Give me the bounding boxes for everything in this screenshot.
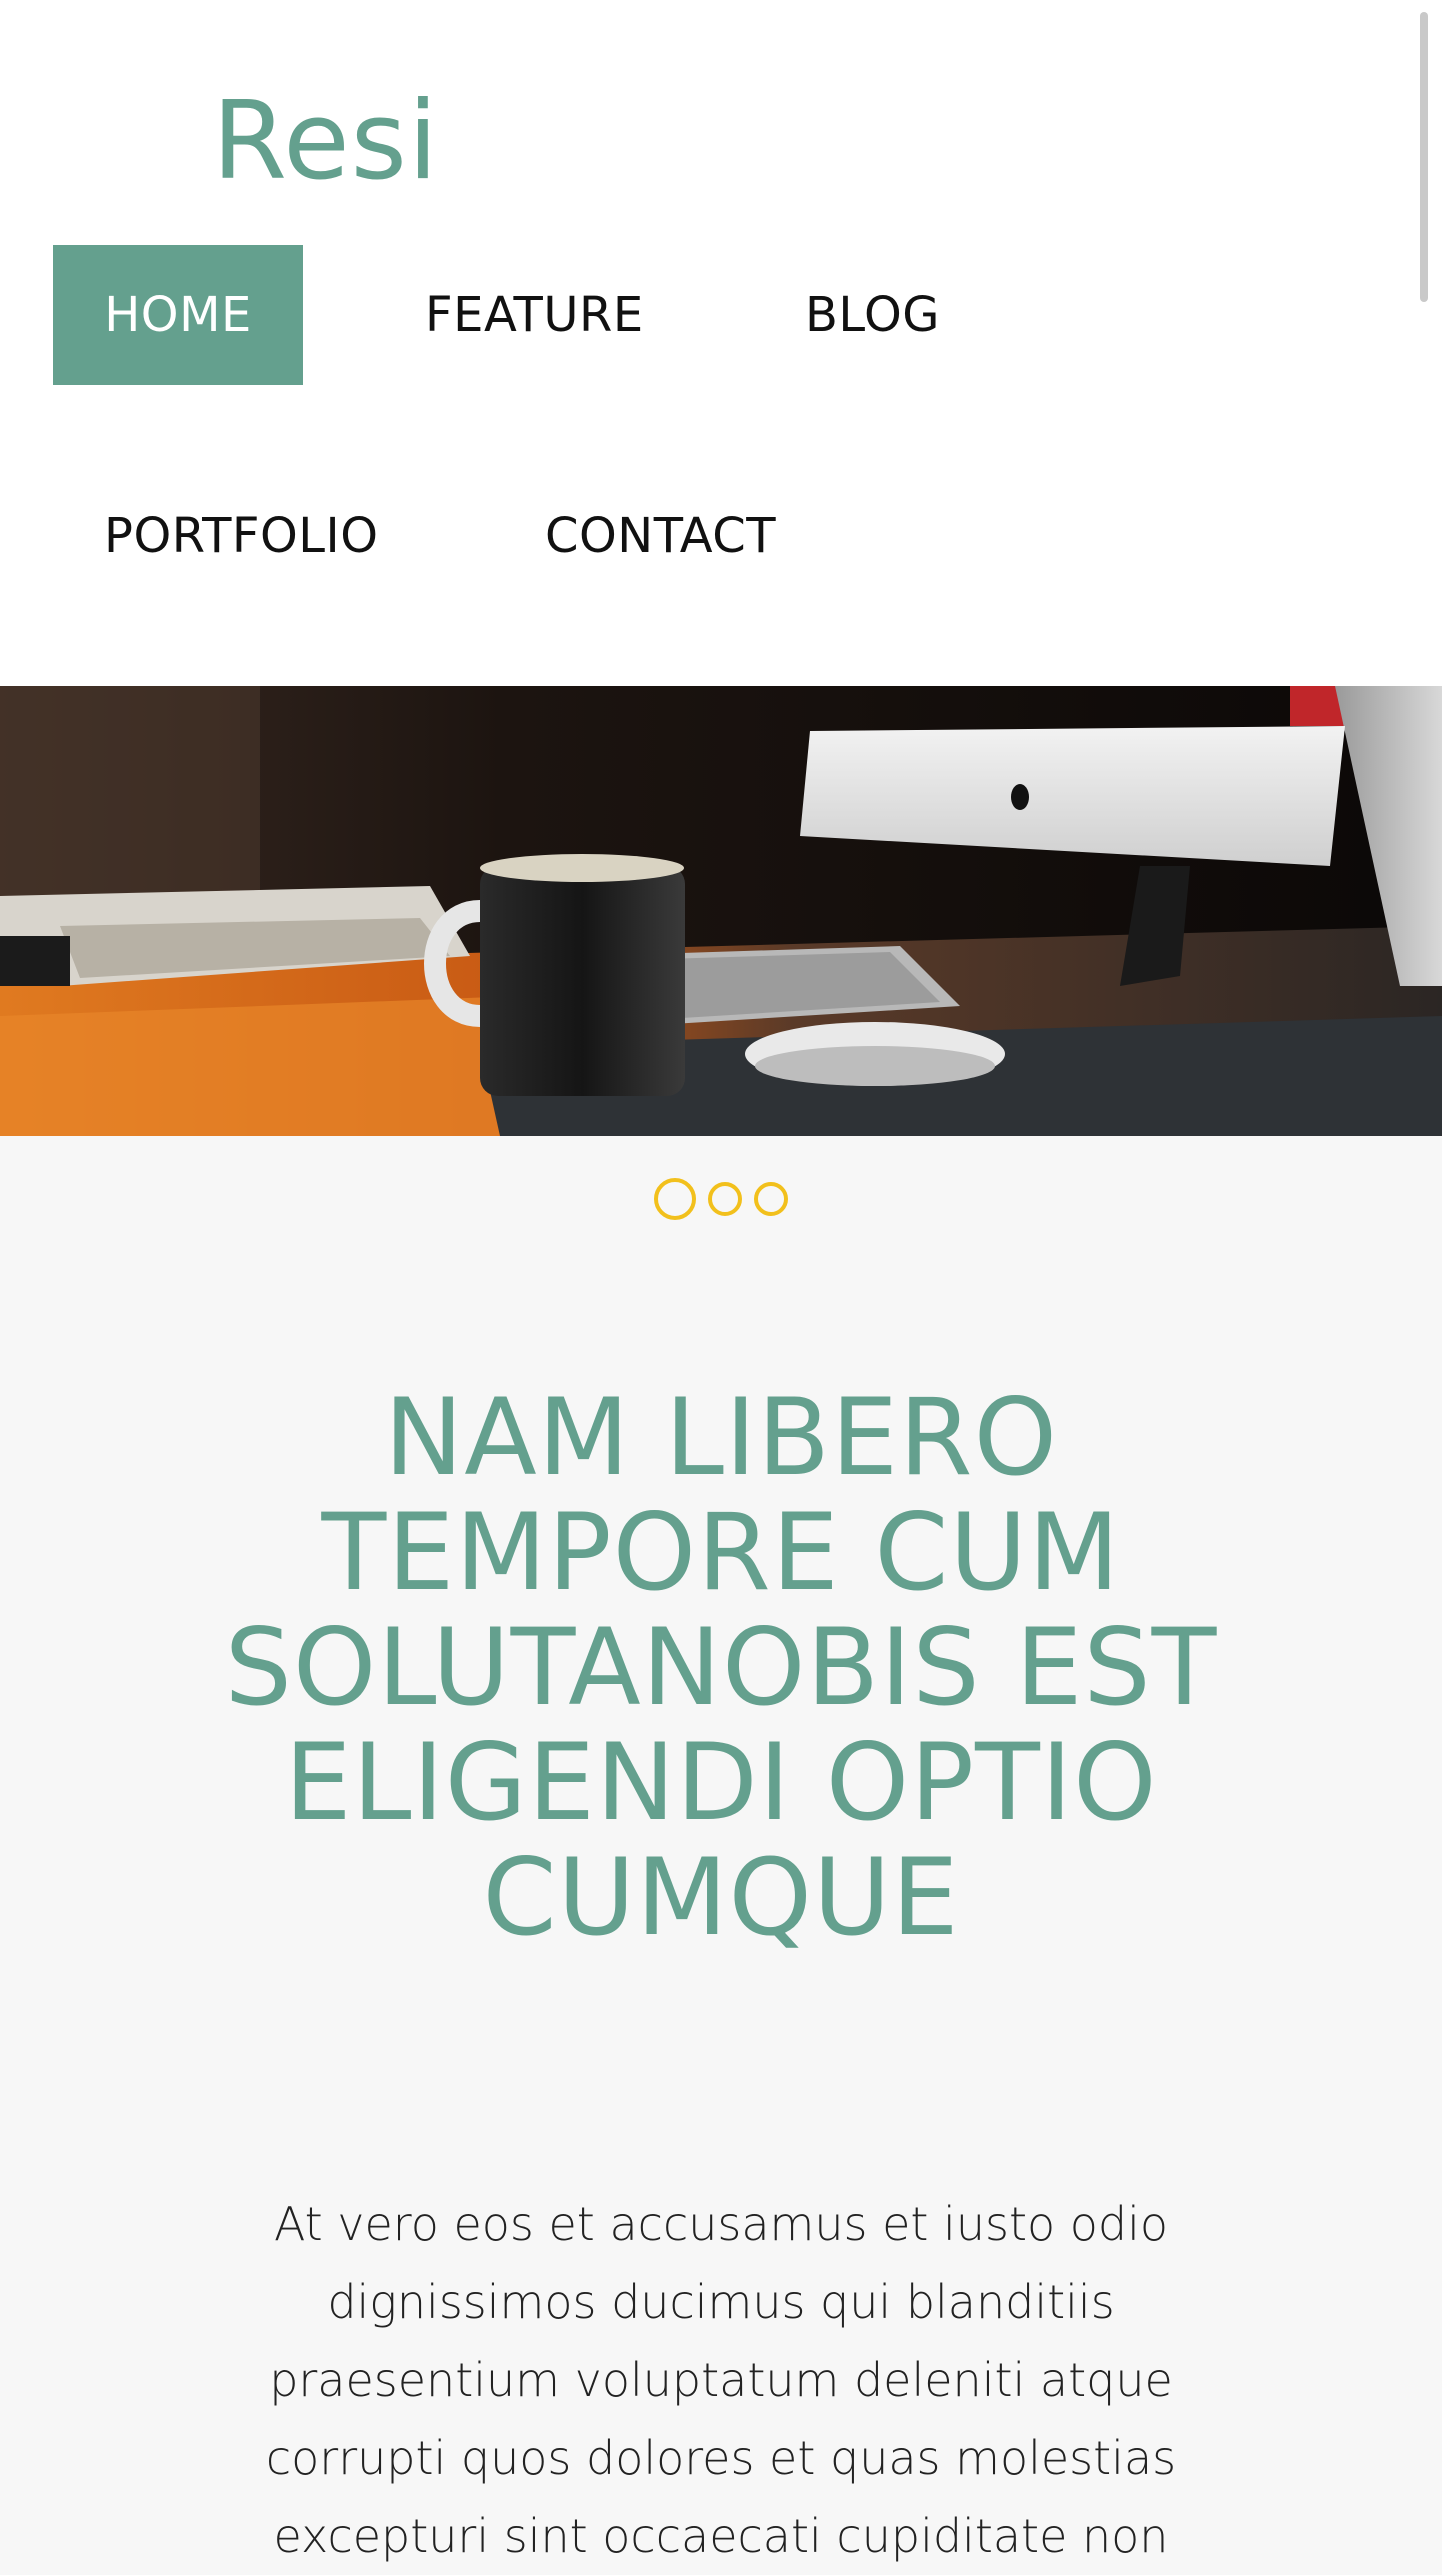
site-header: Resi HOME FEATURE BLOG PORTFOLIO CONTACT — [0, 0, 1442, 686]
nav-item-contact[interactable]: CONTACT — [545, 466, 776, 606]
nav-item-feature[interactable]: FEATURE — [425, 245, 644, 385]
slider-pagination — [0, 1178, 1442, 1220]
slider-dot-1[interactable] — [654, 1178, 696, 1220]
section-headline: NAM LIBERO TEMPORE CUM SOLUTANOBIS EST E… — [224, 1376, 1218, 1959]
slider-dot-2[interactable] — [708, 1182, 742, 1216]
desk-photo — [0, 686, 1442, 1136]
slider-dot-3[interactable] — [754, 1182, 788, 1216]
section-paragraph: At vero eos et accusamus et iusto odio d… — [265, 2197, 1177, 2563]
nav-item-blog[interactable]: BLOG — [805, 245, 940, 385]
site-logo[interactable]: Resi — [212, 72, 439, 212]
nav-item-portfolio[interactable]: PORTFOLIO — [104, 466, 378, 606]
nav-item-home[interactable]: HOME — [53, 245, 303, 385]
scrollbar-thumb[interactable] — [1420, 12, 1428, 302]
hero-image — [0, 686, 1442, 1136]
